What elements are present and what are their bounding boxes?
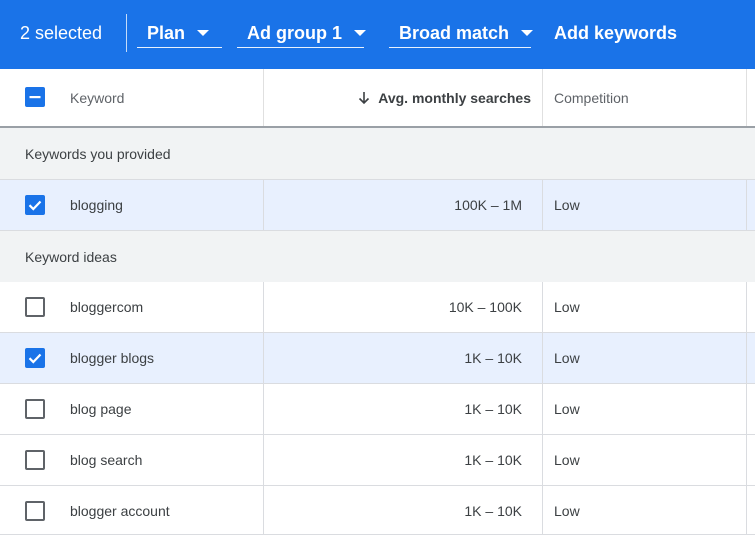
column-header-competition[interactable]: Competition bbox=[542, 69, 755, 126]
row-checkbox[interactable] bbox=[25, 297, 45, 317]
keyword-cell: blogger blogs bbox=[70, 350, 155, 366]
checkmark-icon bbox=[28, 200, 42, 211]
match-type-dropdown[interactable]: Broad match bbox=[389, 18, 534, 48]
column-header-keyword[interactable]: Keyword bbox=[70, 69, 124, 126]
row-checkbox[interactable] bbox=[25, 399, 45, 419]
add-keywords-button[interactable]: Add keywords bbox=[554, 22, 677, 44]
competition-cell: Low bbox=[542, 180, 747, 230]
keyword-cell: blogger account bbox=[70, 503, 170, 519]
row-checkbox[interactable] bbox=[25, 348, 45, 368]
avg-searches-cell: 100K – 1M bbox=[263, 180, 543, 230]
keyword-cell: blog search bbox=[70, 452, 143, 468]
row-checkbox[interactable] bbox=[25, 501, 45, 521]
caret-down-icon bbox=[521, 30, 534, 36]
caret-down-icon bbox=[354, 30, 366, 36]
row-checkbox[interactable] bbox=[25, 195, 45, 215]
column-header-avg-monthly-searches[interactable]: Avg. monthly searches bbox=[263, 69, 543, 126]
avg-searches-cell: 1K – 10K bbox=[263, 435, 543, 485]
table-row[interactable]: blogging 100K – 1M Low bbox=[0, 180, 755, 231]
competition-cell: Low bbox=[542, 282, 747, 332]
selection-toolbar: 2 selected Plan Ad group 1 Broad match A… bbox=[0, 0, 755, 69]
keyword-cell: blogging bbox=[70, 197, 123, 213]
avg-searches-cell: 1K – 10K bbox=[263, 384, 543, 434]
table-row[interactable]: blogger blogs 1K – 10K Low bbox=[0, 333, 755, 384]
ad-group-dropdown-label: Ad group 1 bbox=[247, 23, 342, 43]
match-type-dropdown-label: Broad match bbox=[399, 23, 510, 43]
arrow-down-icon bbox=[356, 90, 372, 106]
section-header-provided: Keywords you provided bbox=[0, 128, 755, 180]
selected-count: 2 selected bbox=[20, 23, 103, 43]
section-title: Keywords you provided bbox=[25, 145, 171, 162]
column-header-avg-label: Avg. monthly searches bbox=[378, 89, 531, 106]
table-row[interactable]: blogger account 1K – 10K Low bbox=[0, 486, 755, 535]
toolbar-divider bbox=[126, 14, 127, 52]
column-divider bbox=[746, 69, 747, 126]
table-header: Keyword Avg. monthly searches Competitio… bbox=[0, 69, 755, 128]
caret-down-icon bbox=[197, 30, 210, 36]
keyword-cell: bloggercom bbox=[70, 299, 144, 315]
avg-searches-cell: 10K – 100K bbox=[263, 282, 543, 332]
table-row[interactable]: bloggercom 10K – 100K Low bbox=[0, 282, 755, 333]
keyword-cell: blog page bbox=[70, 401, 132, 417]
plan-dropdown-label: Plan bbox=[147, 23, 186, 43]
avg-searches-cell: 1K – 10K bbox=[263, 486, 543, 535]
column-header-competition-label: Competition bbox=[554, 89, 629, 106]
plan-dropdown[interactable]: Plan bbox=[137, 18, 222, 48]
indeterminate-icon bbox=[29, 96, 41, 99]
checkmark-icon bbox=[28, 353, 42, 364]
competition-cell: Low bbox=[542, 486, 747, 535]
column-header-keyword-label: Keyword bbox=[70, 89, 125, 106]
table-row[interactable]: blog page 1K – 10K Low bbox=[0, 384, 755, 435]
row-checkbox[interactable] bbox=[25, 450, 45, 470]
competition-cell: Low bbox=[542, 384, 747, 434]
avg-searches-cell: 1K – 10K bbox=[263, 333, 543, 383]
ad-group-dropdown[interactable]: Ad group 1 bbox=[237, 18, 366, 48]
select-all-checkbox[interactable] bbox=[25, 87, 45, 107]
section-header-ideas: Keyword ideas bbox=[0, 231, 755, 283]
section-title: Keyword ideas bbox=[25, 248, 117, 265]
competition-cell: Low bbox=[542, 435, 747, 485]
competition-cell: Low bbox=[542, 333, 747, 383]
table-row[interactable]: blog search 1K – 10K Low bbox=[0, 435, 755, 486]
